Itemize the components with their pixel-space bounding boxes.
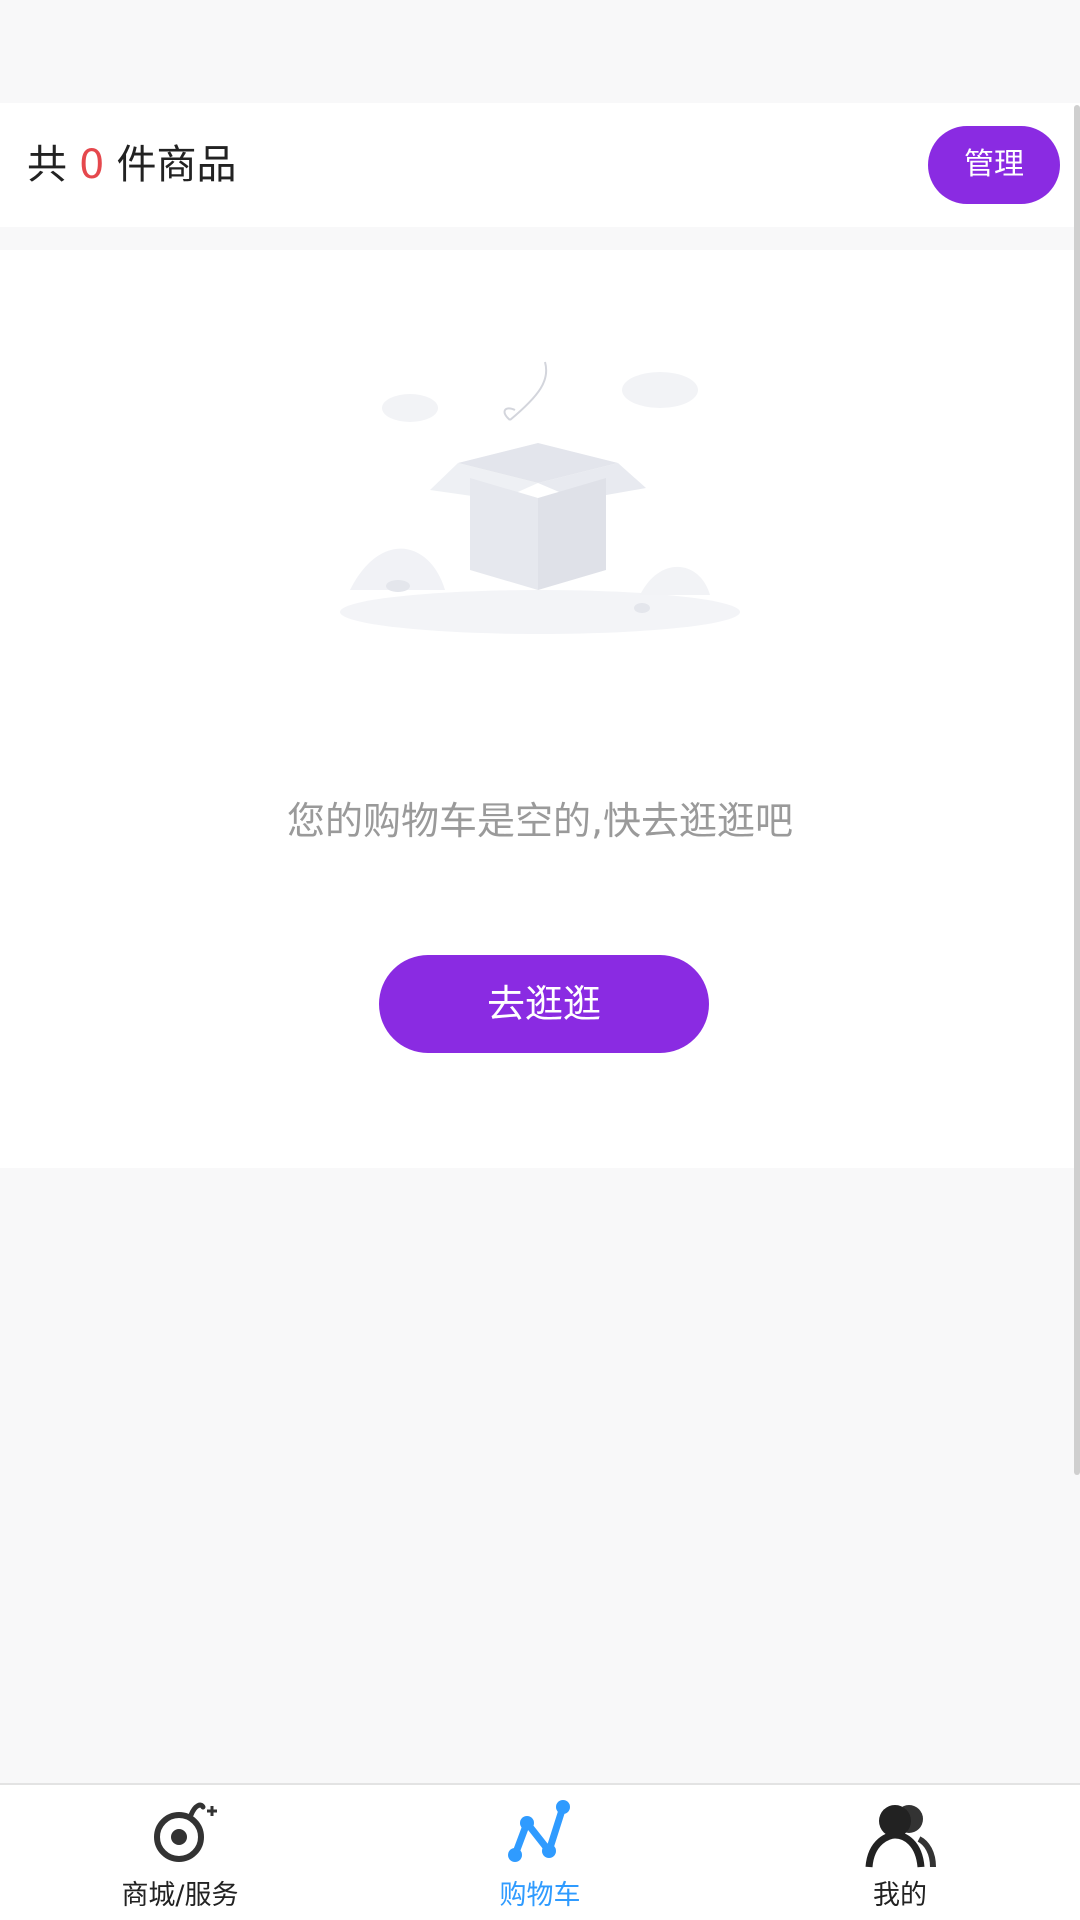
item-count-text: 共 0 件商品: [27, 103, 236, 227]
tab-label: 商城/服务: [121, 1880, 239, 1911]
tab-label: 购物车: [499, 1880, 581, 1911]
tab-cart[interactable]: 购物车: [360, 1785, 720, 1920]
scrollbar[interactable]: [1074, 105, 1080, 1475]
count-suffix: 件商品: [116, 142, 237, 188]
cart-header: 共 0 件商品 管理: [0, 103, 1080, 227]
cart-page: 共 0 件商品 管理 您的购物车是空的,快去逛逛吧 去逛逛 商城/服务 购物车 …: [0, 0, 1080, 1920]
item-count: 0: [79, 142, 105, 188]
tab-mine[interactable]: 我的: [720, 1785, 1080, 1920]
manage-button[interactable]: 管理: [928, 126, 1060, 204]
cart-graph-icon: [508, 1800, 570, 1862]
snail-icon: [154, 1802, 217, 1862]
empty-cart-card: 您的购物车是空的,快去逛逛吧 去逛逛: [0, 250, 1080, 1168]
user-icon: [865, 1805, 936, 1868]
empty-cart-message: 您的购物车是空的,快去逛逛吧: [286, 799, 794, 843]
tab-mall-service[interactable]: 商城/服务: [0, 1785, 360, 1920]
bottom-tab-bar: 商城/服务 购物车 我的: [0, 1783, 1080, 1920]
go-shopping-button[interactable]: 去逛逛: [379, 955, 709, 1053]
empty-box-illustration: [340, 361, 740, 634]
tab-label: 我的: [873, 1880, 927, 1911]
count-prefix: 共: [27, 142, 67, 188]
